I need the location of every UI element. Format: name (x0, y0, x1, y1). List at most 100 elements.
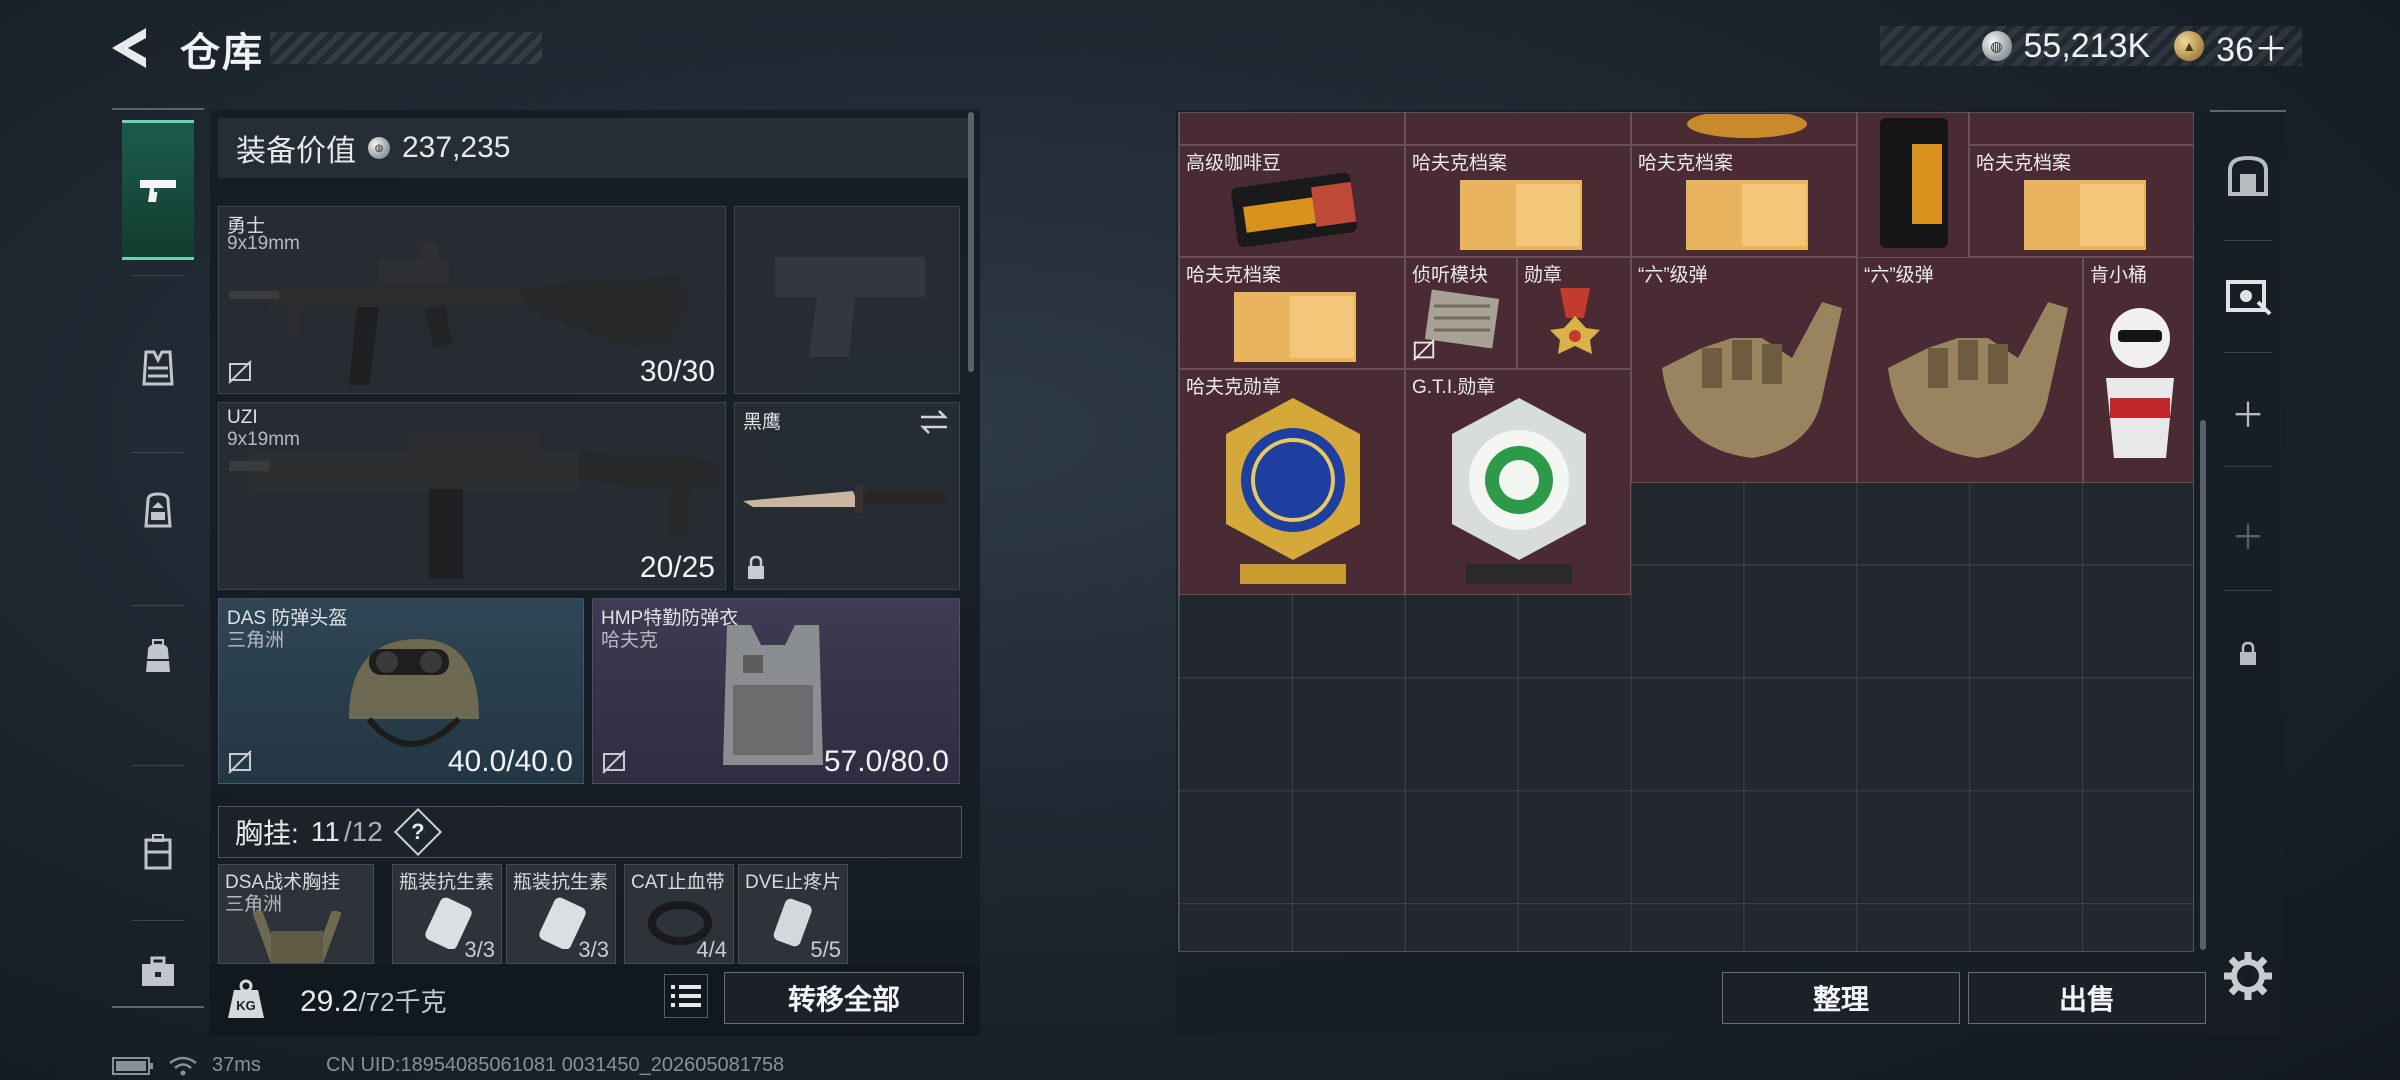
storage-item[interactable]: 哈夫克档案 (1969, 145, 2193, 257)
nav-toolbox[interactable] (122, 902, 194, 1042)
storage-item[interactable]: 肯小桶 (2083, 257, 2193, 483)
chest-item[interactable]: CAT止血带 4/4 (624, 864, 734, 964)
chest-item-count: 4/4 (696, 937, 727, 962)
chest-capacity: /12 (343, 816, 383, 847)
helmet-durability: 40.0/40.0 (447, 745, 573, 778)
silver-coin-icon: ◍ (1981, 31, 2012, 61)
storage-item-partial[interactable] (1631, 113, 1857, 145)
vest-icon (142, 350, 174, 386)
equipment-value: 装备价值 ◍ 237,235 (218, 118, 970, 178)
swap-icon[interactable] (917, 409, 951, 435)
wifi-icon (169, 1056, 197, 1075)
equipment-value-label: 装备价值 (236, 135, 356, 168)
storage-item[interactable]: 哈夫克档案 (1405, 145, 1631, 257)
secondary-weapon-slot[interactable]: UZI 9x19mm 20/25 (218, 402, 726, 590)
weight-max: /72千克 (358, 987, 447, 1017)
weight-current: 29.2 (300, 985, 359, 1018)
storage-item-label: 哈夫克档案 (1186, 265, 1282, 286)
chest-rig-slot[interactable]: DSA战术胸挂 三角洲 (218, 864, 374, 964)
pistol-slot[interactable] (734, 206, 960, 394)
nav-backpack[interactable] (122, 588, 194, 728)
chest-item[interactable]: 瓶装抗生素 3/3 (392, 864, 502, 964)
storage-item-label: 哈夫克档案 (1638, 153, 1734, 174)
add-storage-button-disabled[interactable]: ＋ (2224, 510, 2272, 558)
backpack-icon (146, 639, 170, 672)
storage-item[interactable]: “六”级弹 (1631, 257, 1857, 483)
storage-item-label: 肯小桶 (2090, 265, 2148, 286)
sell-button[interactable]: 出售 (1968, 972, 2206, 1024)
melee-slot[interactable]: 黑鹰 (734, 402, 960, 590)
storage-item-label: “六”级弹 (1638, 265, 1708, 286)
file-folder-image (2024, 180, 2146, 250)
chest-item-count: 3/3 (464, 937, 495, 962)
equipment-scrollbar[interactable] (968, 112, 974, 372)
ping-readout: 37ms (212, 1054, 261, 1076)
list-view-button[interactable] (664, 974, 708, 1018)
gold-amount[interactable]: 36＋ (2216, 22, 2288, 71)
nav-backpack-filled[interactable] (122, 440, 194, 580)
chest-item[interactable]: DVE止疼片 5/5 (738, 864, 848, 964)
file-folder-image (1686, 180, 1808, 250)
storage-item[interactable]: 哈夫克档案 (1179, 257, 1405, 369)
locked-storage-tab[interactable] (2224, 630, 2272, 678)
silver-coin-icon: ◍ (368, 137, 390, 159)
nav-case[interactable] (122, 782, 194, 922)
settings-gear-icon[interactable] (2222, 950, 2274, 1002)
haavk-medal-image (1226, 398, 1360, 584)
storage-item[interactable]: 侦听模块 (1405, 257, 1517, 369)
chest-rig-bar: 胸挂: 11 /12 ? (218, 806, 962, 858)
six-grade-bullet-image (1662, 302, 1842, 458)
gold-coin-icon: ▲ (2174, 31, 2205, 61)
no-insure-icon (228, 360, 252, 384)
storage-item[interactable]: “六”级弹 (1857, 257, 2083, 483)
storage-scrollbar[interactable] (2200, 420, 2206, 950)
knife-image (743, 485, 947, 513)
storage-item-partial[interactable] (1969, 113, 2193, 145)
storage-item[interactable]: 勋章 (1517, 257, 1631, 369)
storage-item[interactable]: 哈夫克勋章 (1179, 369, 1405, 595)
kfc-bucket-figure-image (2106, 308, 2174, 458)
weight-readout: 29.2/72千克 (300, 982, 447, 1019)
storage-item-partial[interactable] (1405, 113, 1631, 145)
primary-weapon-ammo: 30/30 (639, 355, 715, 388)
safe-box-tab[interactable] (2224, 152, 2272, 200)
gold-bag-image (1687, 114, 1807, 138)
help-button[interactable]: ? (393, 807, 442, 857)
vest-image (723, 625, 823, 765)
storage-item-partial[interactable] (1179, 113, 1405, 145)
equipment-value-amount: 237,235 (402, 131, 511, 164)
nav-vest[interactable] (122, 298, 194, 438)
melee-name: 黑鹰 (743, 412, 782, 433)
svg-text:KG: KG (236, 998, 256, 1013)
title-stripe (270, 32, 542, 64)
armor-slot[interactable]: HMP特勤防弹衣 哈夫克 57.0/80.0 (592, 598, 960, 784)
sort-button[interactable]: 整理 (1722, 972, 1960, 1024)
armor-durability: 57.0/80.0 (823, 745, 949, 778)
primary-weapon-slot[interactable]: 勇士 9x19mm 30/30 (218, 206, 726, 394)
coffee-bag-tall[interactable] (1857, 113, 1969, 259)
storage-item[interactable]: 哈夫克档案 (1631, 145, 1857, 257)
storage-item[interactable]: 高级咖啡豆 (1179, 145, 1405, 257)
toolbox-icon (142, 956, 174, 986)
pistol-placeholder-icon (775, 257, 925, 357)
safe-box-icon (2228, 155, 2268, 196)
pistol-icon (140, 180, 176, 202)
chest-rig-image (252, 911, 342, 963)
add-storage-button[interactable]: ＋ (2224, 388, 2272, 436)
case-icon (144, 834, 172, 870)
helmet-slot[interactable]: DAS 防弹头盔 三角洲 40.0/40.0 (218, 598, 584, 784)
storage-item[interactable]: G.T.I.勋章 (1405, 369, 1631, 595)
help-icon: ? (411, 818, 425, 844)
transfer-all-button[interactable]: 转移全部 (724, 972, 964, 1024)
nav-weapons[interactable] (122, 120, 194, 260)
six-grade-bullet-image (1888, 302, 2068, 458)
chest-used: 11 (310, 816, 340, 847)
chest-item[interactable]: 瓶装抗生素 3/3 (506, 864, 616, 964)
status-line: 37ms (112, 1054, 261, 1077)
left-nav (112, 108, 204, 1008)
back-button[interactable] (108, 26, 154, 70)
secondary-weapon-ammo: 20/25 (639, 551, 715, 584)
storage-item-label: 侦听模块 (1412, 265, 1489, 286)
storage-tab[interactable] (2224, 272, 2272, 320)
chest-item-name: DVE止疼片 (745, 872, 842, 893)
